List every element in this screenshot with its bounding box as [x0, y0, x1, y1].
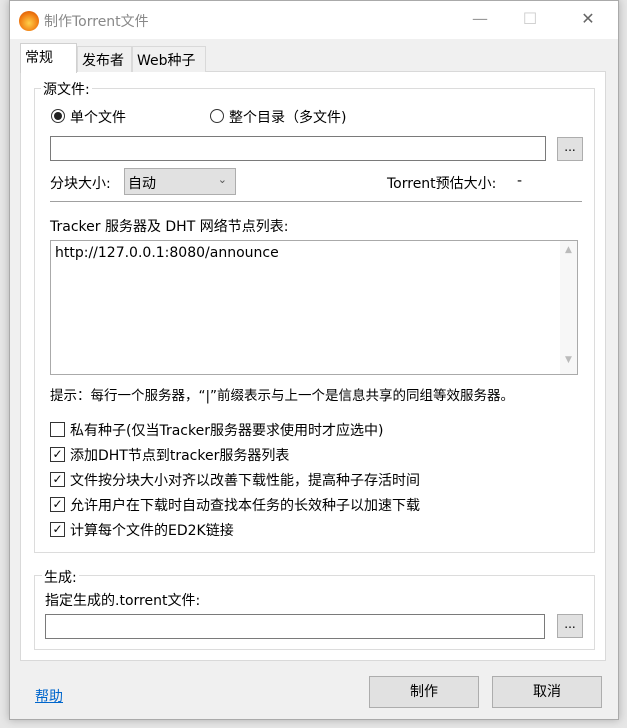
output-group-label: 生成: [42, 567, 79, 587]
help-link[interactable]: 帮助 [35, 686, 63, 706]
maximize-button[interactable]: ☐ [516, 9, 544, 31]
align-files-label[interactable]: 文件按分块大小对齐以改善下载性能，提高种子存活时间 [70, 470, 420, 490]
source-path-input[interactable] [50, 136, 546, 161]
output-file-label: 指定生成的.torrent文件: [45, 593, 201, 609]
source-browse-button[interactable]: ... [557, 137, 583, 161]
window-title: 制作Torrent文件 [44, 14, 149, 30]
add-dht-label[interactable]: 添加DHT节点到tracker服务器列表 [70, 445, 289, 465]
divider [50, 201, 582, 202]
block-size-select[interactable]: 自动 ⌄ [124, 168, 236, 195]
ed2k-label[interactable]: 计算每个文件的ED2K链接 [70, 520, 234, 540]
tracker-label: Tracker 服务器及 DHT 网络节点列表: [50, 219, 289, 235]
ed2k-checkbox[interactable]: ✓ [50, 522, 65, 537]
title-bar: 制作Torrent文件 — ☐ ✕ [10, 1, 618, 39]
estimate-label: Torrent预估大小: [387, 176, 497, 192]
cancel-button[interactable]: 取消 [492, 676, 602, 708]
block-size-value: 自动 [128, 176, 156, 192]
tab-general[interactable]: 常规 [20, 43, 77, 73]
create-button[interactable]: 制作 [369, 676, 479, 708]
long-seed-checkbox[interactable]: ✓ [50, 497, 65, 512]
close-button[interactable]: ✕ [574, 9, 602, 31]
hint-text: 提示：每行一个服务器，“|”前缀表示与上一个是信息共享的同组等效服务器。 [50, 388, 515, 404]
minimize-button[interactable]: — [466, 9, 494, 31]
source-group-label: 源文件: [41, 79, 92, 99]
app-logo-icon [19, 11, 39, 31]
chevron-down-icon: ⌄ [217, 173, 227, 186]
output-path-input[interactable] [45, 614, 545, 639]
scrollbar[interactable]: ▲ ▼ [560, 241, 577, 374]
long-seed-label[interactable]: 允许用户在下载时自动查找本任务的长效种子以加速下载 [70, 495, 420, 515]
add-dht-checkbox[interactable]: ✓ [50, 447, 65, 462]
single-file-radio[interactable] [51, 109, 65, 123]
tab-publisher[interactable]: 发布者 [77, 46, 132, 72]
tracker-list-textarea[interactable]: http://127.0.0.1:8080/announce ▲ ▼ [50, 240, 578, 375]
single-file-label[interactable]: 单个文件 [70, 107, 126, 127]
directory-label[interactable]: 整个目录（多文件) [229, 107, 346, 127]
output-browse-button[interactable]: ... [557, 614, 583, 638]
tracker-value: http://127.0.0.1:8080/announce [55, 245, 279, 261]
block-size-label: 分块大小: [50, 176, 111, 192]
estimate-value: - [517, 173, 523, 189]
make-torrent-dialog: 制作Torrent文件 — ☐ ✕ 常规 发布者 Web种子 源文件: 单个文件… [9, 0, 619, 720]
align-files-checkbox[interactable]: ✓ [50, 472, 65, 487]
directory-radio[interactable] [210, 109, 224, 123]
tab-web-seeds[interactable]: Web种子 [132, 46, 206, 72]
private-torrent-label[interactable]: 私有种子(仅当Tracker服务器要求使用时才应选中) [70, 420, 383, 440]
private-torrent-checkbox[interactable] [50, 422, 65, 437]
